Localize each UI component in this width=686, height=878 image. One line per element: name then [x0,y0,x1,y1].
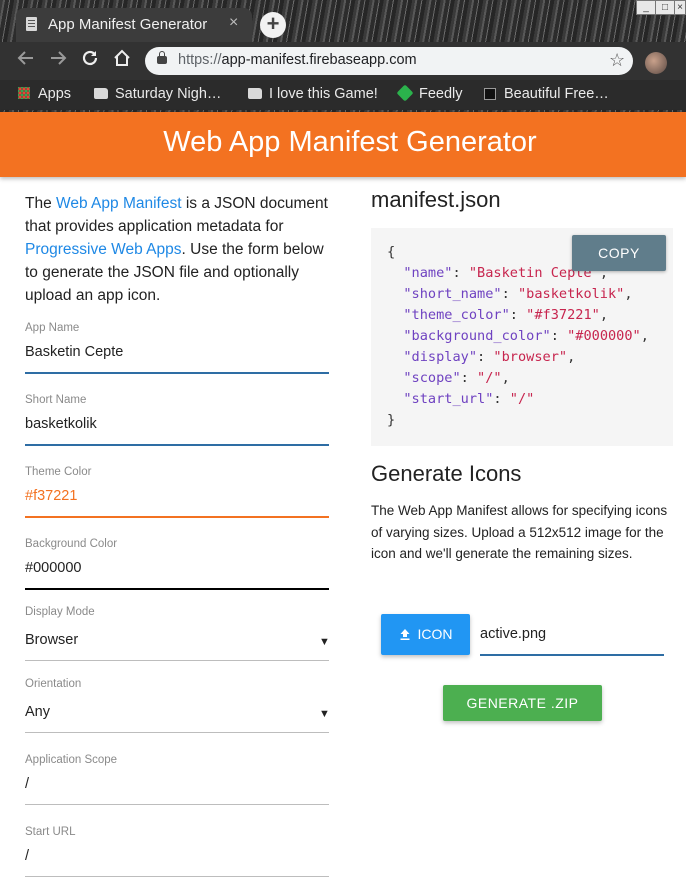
file-name-underline [480,654,664,656]
app-name-label: App Name [25,322,80,334]
reload-icon[interactable] [78,48,102,72]
start-url-label: Start URL [25,826,76,838]
folder-icon [248,88,262,99]
chevron-down-icon[interactable]: ▼ [319,708,330,720]
bookmark-feedly[interactable]: Feedly [396,84,463,104]
short-name-underline [25,444,329,446]
chevron-down-icon[interactable]: ▼ [319,636,330,648]
bookmark-saturday[interactable]: Saturday Nigh… [94,86,221,104]
browser-chrome: App Manifest Generator × + _ □ × https:/… [0,0,686,112]
orientation-select[interactable]: Any [25,704,50,720]
bookmark-apps[interactable]: Apps [18,86,71,104]
manifest-title: manifest.json [371,187,501,212]
app-name-input[interactable]: Basketin Cepte [25,344,123,360]
background-color-underline [25,588,329,590]
application-scope-label: Application Scope [25,754,118,766]
app-header: Web App Manifest Generator [0,112,686,177]
app-name-underline [25,372,329,374]
application-scope-input[interactable]: / [25,776,29,792]
short-name-label: Short Name [25,394,87,406]
tab-title: App Manifest Generator [48,16,208,33]
star-icon[interactable]: ☆ [609,50,625,71]
home-icon[interactable] [110,48,134,72]
application-scope-underline [25,804,329,805]
maximize-button[interactable]: □ [655,0,675,15]
bookmark-beautiful-free[interactable]: Beautiful Free… [484,86,609,104]
bookmark-i-love-this-game[interactable]: I love this Game! [248,86,378,104]
lock-icon [157,51,167,64]
theme-color-input[interactable]: #f37221 [25,488,77,504]
minimize-button[interactable]: _ [636,0,656,15]
theme-color-underline [25,516,329,518]
background-color-label: Background Color [25,538,118,550]
file-name-field[interactable]: active.png [480,626,546,642]
upload-icon-button[interactable]: ICON [381,614,470,655]
start-url-input[interactable]: / [25,848,29,864]
apps-grid-icon [18,87,30,99]
upload-icon [400,629,409,640]
avatar[interactable] [645,52,667,74]
orientation-label: Orientation [25,678,82,690]
browser-tab[interactable]: App Manifest Generator × [16,8,252,42]
theme-color-label: Theme Color [25,466,92,478]
page-icon [484,88,496,100]
arrow-left-icon[interactable] [14,48,38,72]
folder-icon [94,88,108,99]
display-mode-label: Display Mode [25,606,95,618]
orientation-underline [25,732,329,733]
copy-button[interactable]: COPY [572,235,666,271]
background-color-input[interactable]: #000000 [25,560,81,576]
progressive-web-apps-link[interactable]: Progressive Web Apps [25,241,182,258]
display-mode-underline [25,660,329,661]
intro-text: The Web App Manifest is a JSON document … [25,195,328,304]
feedly-icon [396,84,414,102]
start-url-underline [25,876,329,877]
short-name-input[interactable]: basketkolik [25,416,97,432]
url-text: https://app-manifest.firebaseapp.com [178,52,417,68]
tab-close-icon[interactable]: × [229,14,238,32]
browser-toolbar: https://app-manifest.firebaseapp.com ☆ [0,42,686,80]
bookmarks-bar: Apps Saturday Nigh… I love this Game! Fe… [0,80,686,110]
page-title: Web App Manifest Generator [163,126,537,158]
web-app-manifest-link[interactable]: Web App Manifest [56,195,182,212]
display-mode-select[interactable]: Browser [25,632,78,648]
address-bar[interactable]: https://app-manifest.firebaseapp.com ☆ [145,47,633,75]
generate-icons-description: The Web App Manifest allows for specifyi… [371,503,668,561]
page-icon [26,17,37,31]
arrow-right-icon[interactable] [46,48,70,72]
generate-icons-title: Generate Icons [371,461,522,486]
new-tab-button[interactable]: + [260,12,286,38]
window-close-button[interactable]: × [674,0,686,15]
generate-zip-button[interactable]: GENERATE .ZIP [443,685,602,721]
